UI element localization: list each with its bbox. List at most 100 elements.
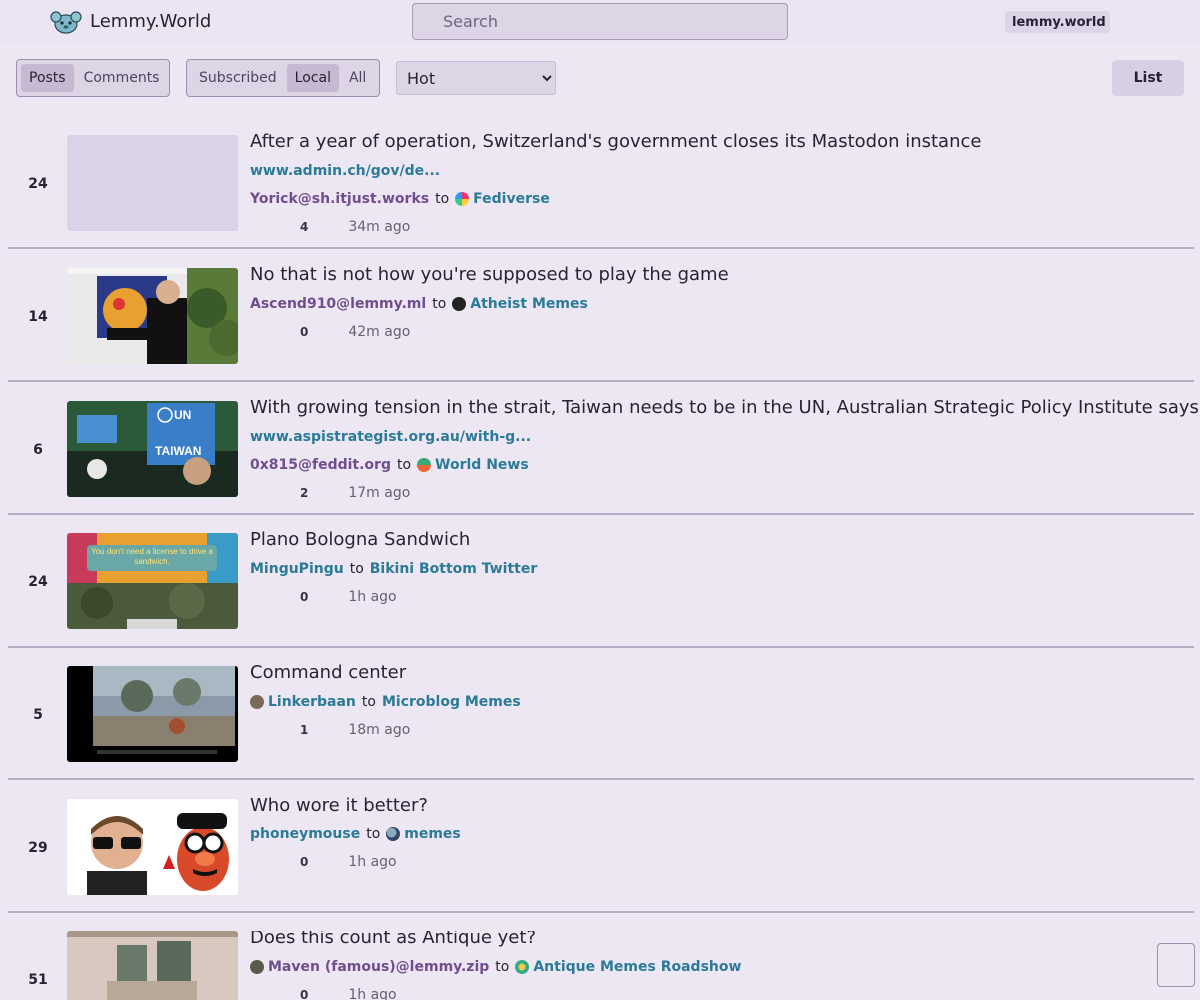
menu-icon[interactable]	[22, 12, 40, 32]
downvote-icon[interactable]	[8, 207, 68, 225]
post-meta: phoneymouse to memes	[250, 826, 461, 842]
view-toggle-button[interactable]: List	[1112, 60, 1184, 96]
post-item: 29 Who wore it better? phoneymouse to me…	[8, 795, 1194, 895]
post-community[interactable]: Fediverse	[473, 191, 550, 207]
downvote-icon[interactable]	[8, 605, 68, 623]
post-author[interactable]: Linkerbaan	[268, 694, 356, 710]
downvote-icon[interactable]	[8, 473, 68, 491]
post-url[interactable]: www.aspistrategist.org.au/with-g...	[250, 429, 531, 445]
post-actions: 0 42m ago	[250, 324, 410, 340]
comment-count: 4	[300, 220, 309, 234]
post-time: 18m ago	[348, 722, 411, 738]
community-icon	[452, 297, 467, 311]
comment-count: 0	[300, 988, 309, 1000]
post-actions: 0 1h ago	[250, 987, 397, 1000]
tab-posts[interactable]: Posts	[21, 64, 74, 92]
post-to: to	[349, 561, 364, 577]
post-community[interactable]: memes	[404, 826, 461, 842]
post-type-group: Posts Comments	[16, 59, 170, 97]
search-box[interactable]	[412, 3, 788, 40]
post-community[interactable]: World News	[435, 457, 529, 473]
post-divider	[8, 247, 1194, 249]
post-community[interactable]: Atheist Memes	[470, 296, 588, 312]
post-thumbnail[interactable]: You don't need a license to drive a sand…	[67, 533, 238, 629]
thumbnail-image	[67, 666, 238, 762]
post-to: to	[361, 694, 376, 710]
post-community[interactable]: Antique Memes Roadshow	[533, 959, 741, 975]
thumbnail-image	[67, 268, 238, 364]
downvote-icon[interactable]	[8, 738, 68, 756]
post-title[interactable]: Command center	[250, 662, 406, 683]
post-score: 51	[28, 972, 48, 988]
view-label: List	[1133, 70, 1163, 86]
post-time: 1h ago	[348, 589, 397, 605]
post-to: to	[366, 826, 381, 842]
post-author[interactable]: 0x815@feddit.org	[250, 457, 391, 473]
instance-badge[interactable]: lemmy.world	[1005, 11, 1110, 33]
tab-comments[interactable]: Comments	[76, 64, 168, 92]
thumbnail-image: You don't need a license to drive a sand…	[67, 533, 238, 629]
upvote-icon[interactable]	[8, 541, 68, 559]
post-meta: Maven (famous)@lemmy.zip to Antique Meme…	[250, 959, 741, 975]
scroll-to-top-button[interactable]	[1157, 943, 1195, 987]
post-title[interactable]: No that is not how you're supposed to pl…	[250, 264, 729, 285]
site-title[interactable]: Lemmy.World	[90, 11, 211, 32]
community-icon	[515, 960, 530, 974]
downvote-icon[interactable]	[8, 871, 68, 889]
upvote-icon[interactable]	[8, 674, 68, 692]
post-score: 5	[33, 707, 43, 723]
post-time: 1h ago	[348, 854, 397, 870]
sort-select[interactable]: Hot	[396, 61, 556, 95]
thumbnail-image	[67, 799, 238, 895]
comment-count: 2	[300, 486, 309, 500]
author-avatar	[250, 695, 264, 709]
post-title[interactable]: With growing tension in the strait, Taiw…	[250, 397, 1199, 418]
post-url-text: www.aspistrategist.org.au/with-g...	[250, 429, 532, 445]
post-thumbnail[interactable]	[67, 268, 238, 364]
post-thumbnail[interactable]	[67, 666, 238, 762]
sign-text-top: UN	[174, 408, 191, 422]
post-meta: 0x815@feddit.org to World News	[250, 457, 529, 473]
post-title[interactable]: Does this count as Antique yet?	[250, 931, 536, 948]
post-community[interactable]: Bikini Bottom Twitter	[370, 561, 538, 577]
upvote-icon[interactable]	[8, 143, 68, 161]
post-time: 42m ago	[348, 324, 411, 340]
post-author[interactable]: Ascend910@lemmy.ml	[250, 296, 426, 312]
post-actions: 2 17m ago	[250, 485, 410, 501]
upvote-icon[interactable]	[8, 409, 68, 427]
tab-subscribed[interactable]: Subscribed	[191, 64, 285, 92]
upvote-icon[interactable]	[8, 807, 68, 825]
post-actions: 4 34m ago	[250, 219, 410, 235]
post-divider	[8, 380, 1194, 382]
comment-count: 0	[300, 590, 309, 604]
post-actions: 0 1h ago	[250, 854, 397, 870]
post-to: to	[432, 296, 447, 312]
upvote-icon[interactable]	[8, 276, 68, 294]
post-meta: Linkerbaan to Microblog Memes	[250, 694, 521, 710]
search-input[interactable]	[443, 12, 763, 31]
post-thumbnail[interactable]	[67, 135, 238, 231]
post-author[interactable]: phoneymouse	[250, 826, 360, 842]
upvote-icon[interactable]	[8, 939, 68, 957]
post-author[interactable]: Yorick@sh.itjust.works	[250, 191, 429, 207]
lemmy-logo-icon[interactable]	[50, 10, 82, 34]
thumbnail-image: UN TAIWAN	[67, 401, 238, 497]
downvote-icon[interactable]	[8, 340, 68, 358]
post-title[interactable]: After a year of operation, Switzerland's…	[250, 131, 981, 152]
post-title[interactable]: Who wore it better?	[250, 795, 428, 816]
post-thumbnail[interactable]: UN TAIWAN	[67, 401, 238, 497]
post-community[interactable]: Microblog Memes	[382, 694, 521, 710]
post-author[interactable]: Maven (famous)@lemmy.zip	[268, 959, 489, 975]
tab-local[interactable]: Local	[286, 64, 339, 92]
post-thumbnail[interactable]	[67, 931, 238, 1000]
comment-count: 1	[300, 723, 309, 737]
post-meta: Yorick@sh.itjust.works to Fediverse	[250, 191, 550, 207]
post-url-text: www.admin.ch/gov/de...	[250, 163, 441, 179]
post-url[interactable]: www.admin.ch/gov/de...	[250, 163, 440, 179]
tab-all[interactable]: All	[341, 64, 374, 92]
post-item: 24 After a year of operation, Switzerlan…	[8, 131, 1194, 235]
post-title[interactable]: Plano Bologna Sandwich	[250, 529, 470, 550]
post-author[interactable]: MinguPingu	[250, 561, 344, 577]
post-meta: Ascend910@lemmy.ml to Atheist Memes	[250, 296, 588, 312]
post-thumbnail[interactable]	[67, 799, 238, 895]
